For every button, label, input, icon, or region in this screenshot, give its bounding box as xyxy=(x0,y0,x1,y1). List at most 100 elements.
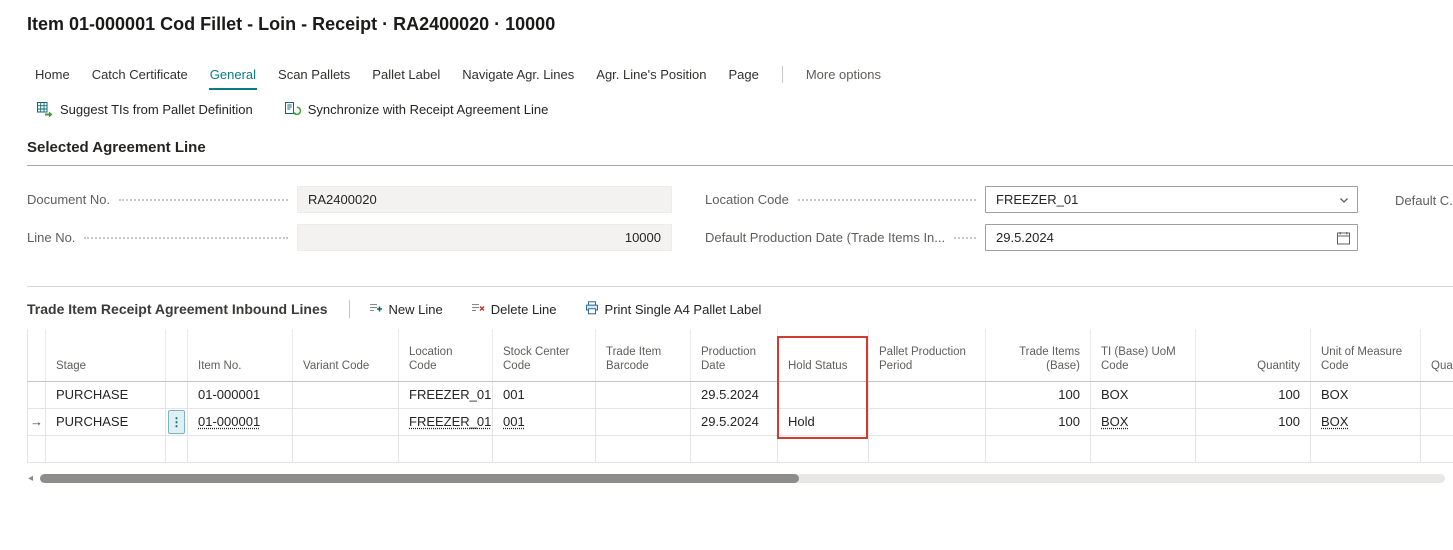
location-code-input[interactable] xyxy=(986,186,1357,213)
col-production-date[interactable]: Production Date xyxy=(691,329,778,381)
cell-pallet-production-period[interactable] xyxy=(869,381,986,408)
page-title: Item 01-000001 Cod Fillet - Loin - Recei… xyxy=(27,14,1453,35)
cell-location-code[interactable] xyxy=(399,435,493,462)
cell-unit-of-measure-code[interactable] xyxy=(1311,435,1421,462)
calendar-icon[interactable] xyxy=(1337,231,1350,244)
tab-pallet-label[interactable]: Pallet Label xyxy=(361,65,451,90)
synchronize-button[interactable]: Synchronize with Receipt Agreement Line xyxy=(285,102,549,117)
cell-trade-item-barcode[interactable] xyxy=(596,435,691,462)
cell-quantity-base-truncated[interactable] xyxy=(1421,435,1453,462)
col-quantity[interactable]: Quantity xyxy=(1196,329,1311,381)
cell-ti-base-uom-code[interactable]: BOX xyxy=(1091,381,1196,408)
cell-quantity[interactable] xyxy=(1196,435,1311,462)
cell-pallet-production-period[interactable] xyxy=(869,435,986,462)
scrollbar-track[interactable] xyxy=(40,474,1445,483)
delete-line-button[interactable]: Delete Line xyxy=(471,301,557,318)
cell-hold-status[interactable]: Hold xyxy=(778,408,869,435)
inbound-lines-heading: Trade Item Receipt Agreement Inbound Lin… xyxy=(27,301,328,317)
row-menu-icon[interactable]: ⋮ xyxy=(168,410,185,434)
row-selector-cell[interactable]: → xyxy=(28,408,46,435)
location-code-label: Location Code xyxy=(705,192,789,207)
cell-hold-status[interactable] xyxy=(778,381,869,408)
cell-hold-status[interactable] xyxy=(778,435,869,462)
cell-item-no[interactable]: 01-000001 xyxy=(188,408,293,435)
tab-catch-certificate[interactable]: Catch Certificate xyxy=(81,65,199,90)
scroll-left-icon[interactable]: ◂ xyxy=(28,472,40,485)
line-no-input[interactable] xyxy=(298,224,671,251)
cell-stage[interactable] xyxy=(46,435,166,462)
tab-agr-lines-position[interactable]: Agr. Line's Position xyxy=(585,65,717,90)
horizontal-scrollbar[interactable]: ◂ xyxy=(28,472,1445,485)
col-pallet-production-period[interactable]: Pallet Production Period xyxy=(869,329,986,381)
col-stock-center-code[interactable]: Stock Center Code xyxy=(493,329,596,381)
document-no-label: Document No. xyxy=(27,192,110,207)
cell-trade-item-barcode[interactable] xyxy=(596,381,691,408)
cell-variant-code[interactable] xyxy=(293,381,399,408)
cell-stock-center-code[interactable]: 001 xyxy=(493,381,596,408)
col-hold-status[interactable]: Hold Status xyxy=(778,329,869,381)
cell-unit-of-measure-code[interactable]: BOX xyxy=(1311,381,1421,408)
col-trade-items-base[interactable]: Trade Items (Base) xyxy=(986,329,1091,381)
print-single-a4-pallet-label-button[interactable]: Print Single A4 Pallet Label xyxy=(585,301,762,318)
cell-ti-base-uom-code[interactable]: BOX xyxy=(1091,408,1196,435)
cell-location-code[interactable]: FREEZER_01 xyxy=(399,381,493,408)
default-production-date-label: Default Production Date (Trade Items In.… xyxy=(705,230,945,245)
row-menu-cell[interactable]: ⋮ xyxy=(166,408,188,435)
cell-variant-code[interactable] xyxy=(293,435,399,462)
tab-general[interactable]: General xyxy=(199,65,267,90)
cell-location-code[interactable]: FREEZER_01 xyxy=(399,408,493,435)
cell-ti-base-uom-code[interactable] xyxy=(1091,435,1196,462)
cell-pallet-production-period[interactable] xyxy=(869,408,986,435)
cell-quantity[interactable]: 100 xyxy=(1196,408,1311,435)
col-location-code[interactable]: Location Code xyxy=(399,329,493,381)
default-production-date-field: Default Production Date (Trade Items In.… xyxy=(705,224,1358,251)
new-line-button[interactable]: New Line xyxy=(369,301,443,318)
cell-item-no[interactable] xyxy=(188,435,293,462)
action-ribbon: Suggest TIs from Pallet Definition Synch… xyxy=(37,102,1453,117)
row-menu-cell[interactable] xyxy=(166,435,188,462)
row-menu-cell[interactable] xyxy=(166,381,188,408)
col-unit-of-measure-code[interactable]: Unit of Measure Code xyxy=(1311,329,1421,381)
col-trade-item-barcode[interactable]: Trade Item Barcode xyxy=(596,329,691,381)
tab-navigate-agr-lines[interactable]: Navigate Agr. Lines xyxy=(451,65,585,90)
row-selector-cell[interactable] xyxy=(28,381,46,408)
cell-item-no[interactable]: 01-000001 xyxy=(188,381,293,408)
cell-production-date[interactable] xyxy=(691,435,778,462)
col-stage[interactable]: Stage xyxy=(46,329,166,381)
scrollbar-thumb[interactable] xyxy=(40,474,799,483)
cell-quantity-base-truncated[interactable] xyxy=(1421,408,1453,435)
more-options-button[interactable]: More options xyxy=(795,65,892,90)
tab-home[interactable]: Home xyxy=(27,65,81,90)
cell-stage[interactable]: PURCHASE xyxy=(46,408,166,435)
synchronize-icon xyxy=(285,102,301,117)
cell-stage[interactable]: PURCHASE xyxy=(46,381,166,408)
cell-trade-items-base[interactable]: 100 xyxy=(986,408,1091,435)
document-no-input[interactable] xyxy=(298,186,671,213)
cell-production-date[interactable]: 29.5.2024 xyxy=(691,381,778,408)
cell-unit-of-measure-code[interactable]: BOX xyxy=(1311,408,1421,435)
col-quantity-base-truncated[interactable]: Qua xyxy=(1421,329,1453,381)
cell-trade-items-base[interactable]: 100 xyxy=(986,381,1091,408)
agreement-fields-right: Location Code Default Production Date (T… xyxy=(705,186,1358,262)
tab-scan-pallets[interactable]: Scan Pallets xyxy=(267,65,361,90)
cell-trade-item-barcode[interactable] xyxy=(596,408,691,435)
cell-variant-code[interactable] xyxy=(293,408,399,435)
cell-trade-items-base[interactable] xyxy=(986,435,1091,462)
default-production-date-input[interactable] xyxy=(986,224,1357,251)
cell-quantity-base-truncated[interactable] xyxy=(1421,381,1453,408)
cell-stock-center-code[interactable] xyxy=(493,435,596,462)
col-variant-code[interactable]: Variant Code xyxy=(293,329,399,381)
row-selector-cell[interactable] xyxy=(28,435,46,462)
col-ti-base-uom-code[interactable]: TI (Base) UoM Code xyxy=(1091,329,1196,381)
current-row-arrow-icon: → xyxy=(30,414,43,429)
chevron-down-icon[interactable] xyxy=(1338,194,1350,206)
tab-page[interactable]: Page xyxy=(717,65,769,90)
cell-stock-center-code[interactable]: 001 xyxy=(493,408,596,435)
dotted-leader xyxy=(84,237,288,239)
table-row-selected: → PURCHASE ⋮ 01-000001 FREEZER_01 001 29… xyxy=(28,408,1453,435)
cell-production-date[interactable]: 29.5.2024 xyxy=(691,408,778,435)
cell-quantity[interactable]: 100 xyxy=(1196,381,1311,408)
col-item-no[interactable]: Item No. xyxy=(188,329,293,381)
col-row-selector[interactable] xyxy=(28,329,46,381)
suggest-tis-button[interactable]: Suggest TIs from Pallet Definition xyxy=(37,102,253,117)
